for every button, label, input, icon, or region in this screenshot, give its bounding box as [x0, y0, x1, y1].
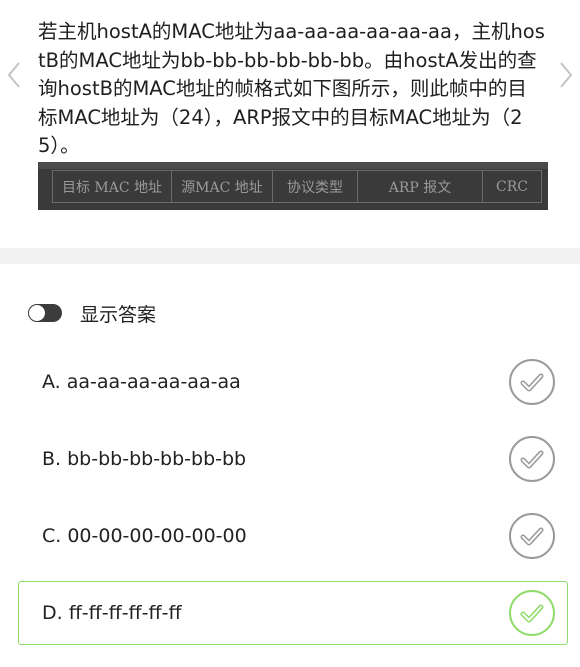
check-circle-icon[interactable]	[508, 512, 556, 560]
option-d[interactable]: D. ff-ff-ff-ff-ff-ff	[18, 581, 568, 645]
question-area: 若主机hostA的MAC地址为aa-aa-aa-aa-aa-aa，主机hostB…	[0, 0, 580, 248]
option-c-label: C. 00-00-00-00-00-00	[42, 525, 247, 547]
option-b-label: B. bb-bb-bb-bb-bb-bb	[42, 448, 247, 470]
frame-field-src-mac: 源MAC 地址	[171, 170, 273, 203]
check-circle-icon[interactable]	[508, 358, 556, 406]
option-c[interactable]: C. 00-00-00-00-00-00	[18, 504, 568, 568]
show-answer-row[interactable]: 显示答案	[28, 298, 156, 328]
question-text: 若主机hostA的MAC地址为aa-aa-aa-aa-aa-aa，主机hostB…	[38, 20, 545, 157]
frame-field-protocol: 协议类型	[272, 170, 358, 203]
frame-field-row: 目标 MAC 地址 源MAC 地址 协议类型 ARP 报文 CRC	[52, 170, 542, 203]
toggle-knob	[29, 305, 45, 321]
frame-field-crc: CRC	[482, 170, 542, 203]
frame-field-dest-mac: 目标 MAC 地址	[52, 170, 172, 203]
section-divider	[0, 248, 580, 264]
frame-image-top-strip	[38, 162, 548, 169]
option-a[interactable]: A. aa-aa-aa-aa-aa-aa	[18, 350, 568, 414]
next-question-icon[interactable]	[558, 60, 574, 90]
option-b[interactable]: B. bb-bb-bb-bb-bb-bb	[18, 427, 568, 491]
show-answer-toggle[interactable]	[28, 304, 62, 322]
check-circle-icon[interactable]	[508, 435, 556, 483]
option-d-label: D. ff-ff-ff-ff-ff-ff	[42, 602, 182, 624]
frame-format-image: 目标 MAC 地址 源MAC 地址 协议类型 ARP 报文 CRC	[38, 162, 548, 210]
check-circle-icon[interactable]	[508, 589, 556, 637]
option-a-label: A. aa-aa-aa-aa-aa-aa	[42, 371, 241, 393]
frame-field-arp: ARP 报文	[357, 170, 483, 203]
show-answer-label: 显示答案	[80, 303, 157, 326]
previous-question-icon[interactable]	[6, 60, 22, 90]
